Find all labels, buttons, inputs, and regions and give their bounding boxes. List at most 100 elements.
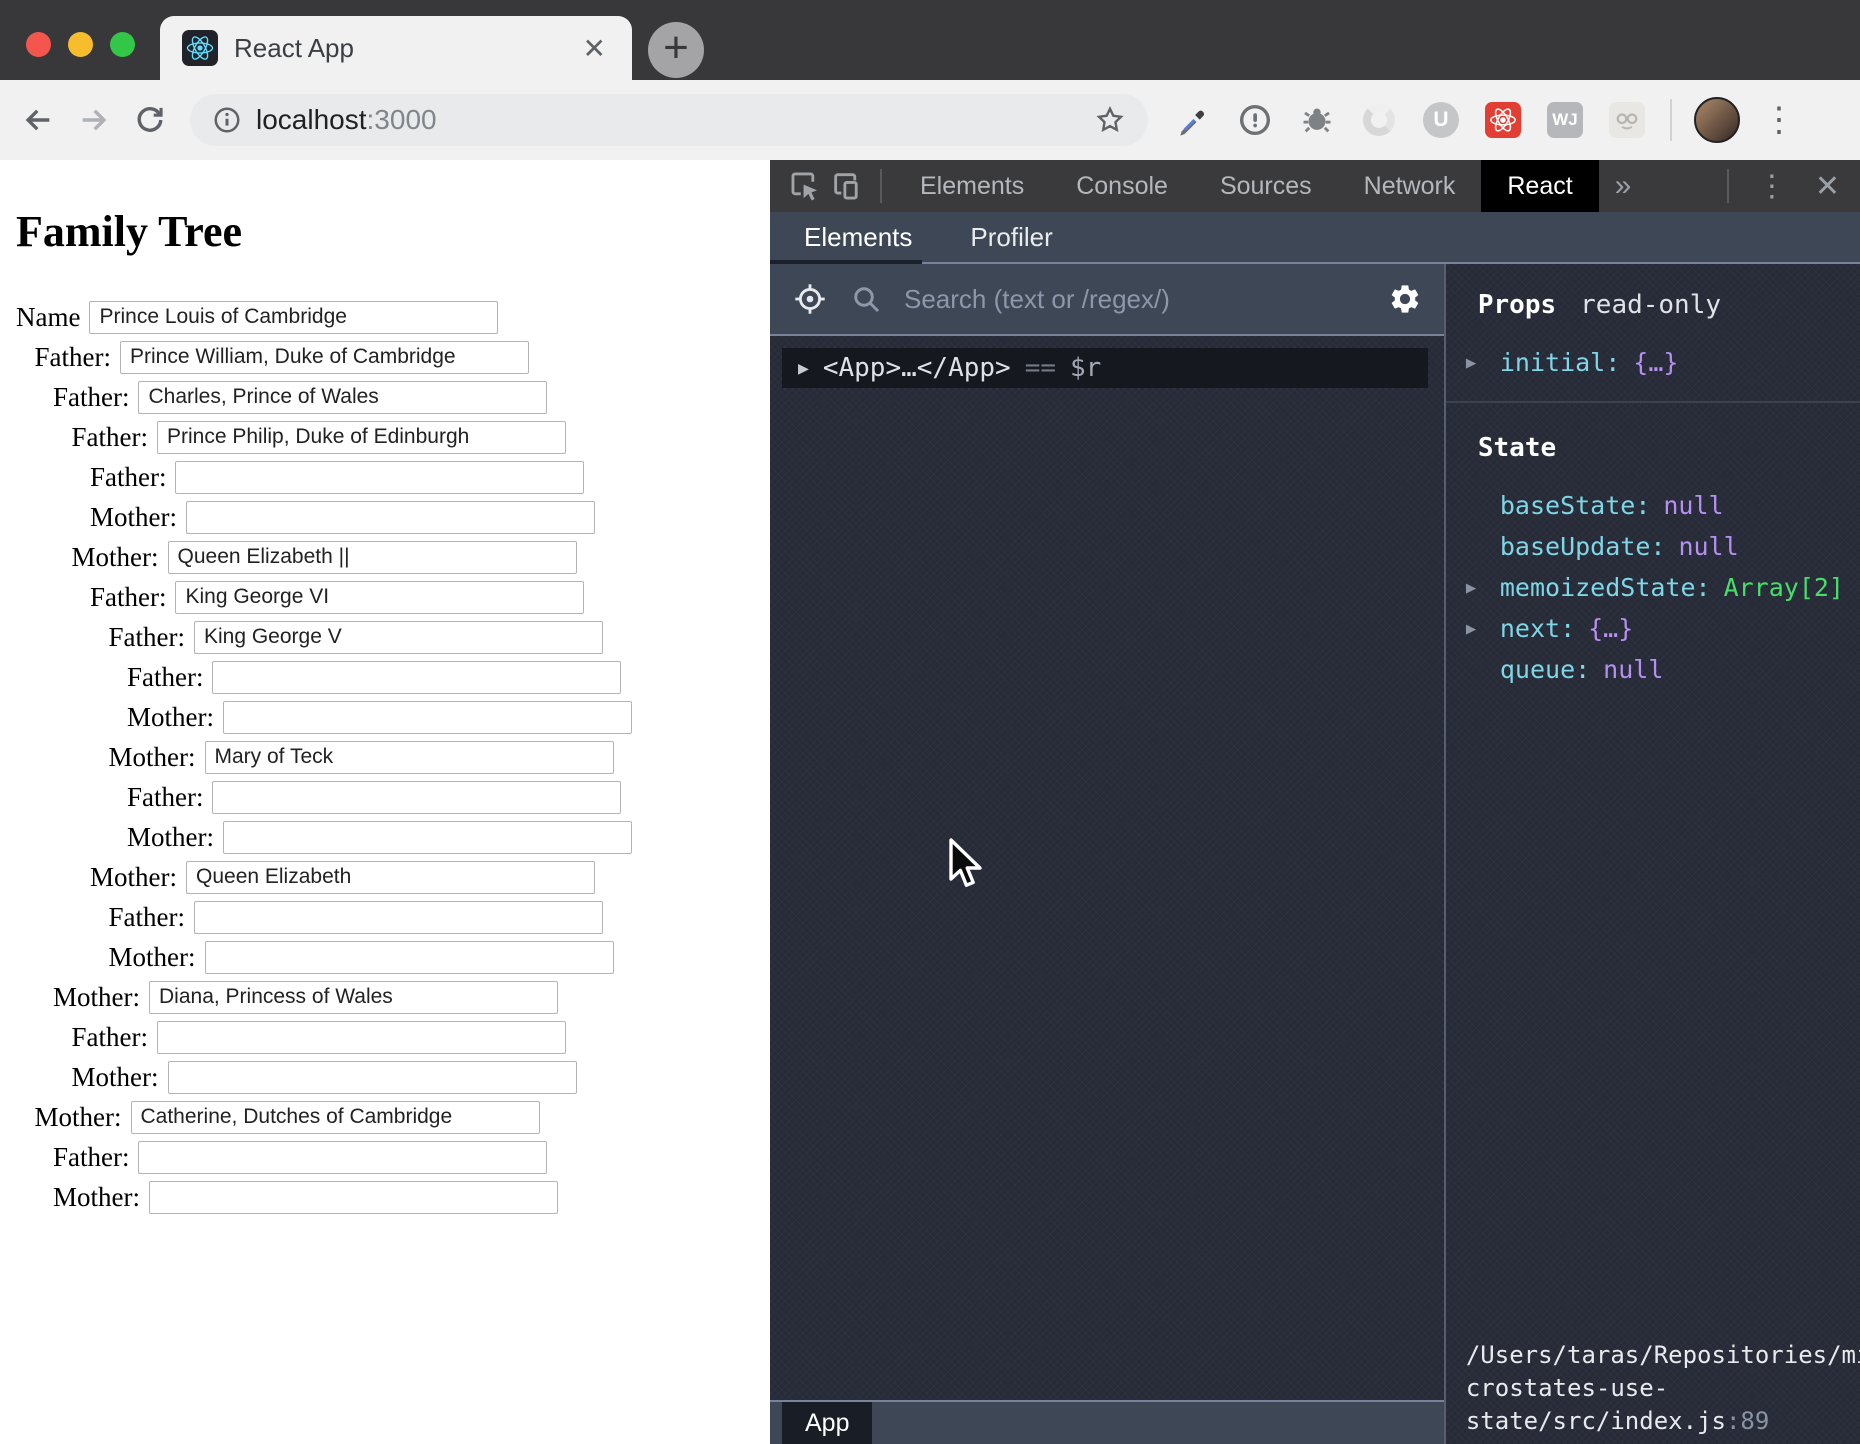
browser-tabstrip: React App ✕ + <box>0 0 1860 80</box>
breadcrumb-app[interactable]: App <box>782 1402 872 1444</box>
new-tab-button[interactable]: + <box>648 22 704 78</box>
inspect-element-icon[interactable] <box>784 165 826 207</box>
eyedropper-extension-icon[interactable] <box>1174 101 1212 139</box>
family-row: Father: <box>53 377 770 417</box>
source-line-number: :89 <box>1726 1407 1769 1435</box>
swirl-extension-icon[interactable] <box>1360 101 1398 139</box>
item-value: null <box>1678 532 1738 561</box>
family-row: Father: <box>127 777 770 817</box>
person-name-input[interactable] <box>175 461 584 494</box>
relation-label: Father: <box>127 782 203 813</box>
devtools-tab-sources[interactable]: Sources <box>1194 160 1338 212</box>
expand-arrow-icon[interactable]: ▶ <box>798 358 809 379</box>
search-input[interactable] <box>902 283 1388 316</box>
more-tabs-chevron-icon[interactable]: » <box>1599 160 1648 212</box>
close-window-button[interactable] <box>26 32 51 57</box>
zoom-window-button[interactable] <box>110 32 135 57</box>
devtools-tab-elements[interactable]: Elements <box>894 160 1050 212</box>
person-name-input[interactable] <box>205 741 614 774</box>
component-source-path[interactable]: /Users/taras/Repositories/microstates-us… <box>1466 1339 1860 1438</box>
person-name-input[interactable] <box>212 661 621 694</box>
props-readonly-badge: read-only <box>1580 290 1721 320</box>
expand-arrow-icon[interactable]: ▶ <box>1466 353 1500 373</box>
devtools-close-icon[interactable]: ✕ <box>1803 169 1844 204</box>
url-port: :3000 <box>367 104 437 136</box>
family-row: Mother: <box>127 817 770 857</box>
person-name-input[interactable] <box>138 1141 547 1174</box>
person-name-input[interactable] <box>186 501 595 534</box>
react-subtab-elements[interactable]: Elements <box>804 222 912 253</box>
family-row: Mother: <box>90 497 770 537</box>
person-name-input[interactable] <box>212 781 621 814</box>
family-row: Father: <box>109 617 771 657</box>
relation-label: Father: <box>127 662 203 693</box>
person-name-input[interactable] <box>168 541 577 574</box>
devtools-tab-console[interactable]: Console <box>1050 160 1194 212</box>
reload-button[interactable] <box>128 98 172 142</box>
inspector-item-next[interactable]: ▶next:{…} <box>1466 608 1844 649</box>
forward-button[interactable] <box>72 98 116 142</box>
ember-extension-icon[interactable] <box>1608 101 1646 139</box>
relation-label: Father: <box>53 1142 129 1173</box>
person-name-input[interactable] <box>89 301 498 334</box>
select-element-target-icon[interactable] <box>792 281 828 317</box>
item-value: {…} <box>1633 348 1678 377</box>
inspector-item-initial[interactable]: ▶initial: {…} <box>1466 342 1844 383</box>
tab-close-icon[interactable]: ✕ <box>579 32 610 65</box>
relation-label: Mother: <box>90 862 177 893</box>
person-name-input[interactable] <box>149 981 558 1014</box>
family-row: Father: <box>109 897 771 937</box>
devtools-tab-network[interactable]: Network <box>1338 160 1482 212</box>
person-name-input[interactable] <box>223 701 632 734</box>
devtools-menu-icon[interactable]: ⋮ <box>1741 169 1803 204</box>
equals-sign: == <box>1025 353 1056 383</box>
item-key: initial: <box>1500 348 1620 377</box>
family-row: Mother: <box>72 537 771 577</box>
react-subtab-profiler[interactable]: Profiler <box>970 222 1052 253</box>
minimize-window-button[interactable] <box>68 32 93 57</box>
password-manager-extension-icon[interactable] <box>1236 101 1274 139</box>
relation-label: Name <box>16 302 80 333</box>
person-name-input[interactable] <box>186 861 595 894</box>
browser-menu-icon[interactable]: ⋮ <box>1762 103 1796 137</box>
wj-extension-icon[interactable]: WJ <box>1546 101 1584 139</box>
profile-avatar[interactable] <box>1694 97 1740 143</box>
settings-gear-icon[interactable] <box>1388 282 1422 316</box>
person-name-input[interactable] <box>131 1101 540 1134</box>
search-icon <box>850 283 882 315</box>
bookmark-star-icon[interactable] <box>1094 104 1126 136</box>
react-devtools-extension-icon[interactable] <box>1484 101 1522 139</box>
expand-arrow-icon[interactable]: ▶ <box>1466 619 1500 639</box>
person-name-input[interactable] <box>168 1061 577 1094</box>
person-name-input[interactable] <box>157 1021 566 1054</box>
selected-component-row[interactable]: ▶ <App>…</App> == $r <box>782 348 1428 388</box>
props-title: Props <box>1478 290 1556 320</box>
react-devtools-subtabs: Elements Profiler <box>770 212 1860 264</box>
person-name-input[interactable] <box>120 341 529 374</box>
url-bar[interactable]: localhost:3000 <box>190 94 1148 146</box>
back-button[interactable] <box>16 98 60 142</box>
family-row: Father: <box>90 577 770 617</box>
person-name-input[interactable] <box>149 1181 558 1214</box>
device-toolbar-icon[interactable] <box>826 165 868 207</box>
debugger-extension-icon[interactable] <box>1298 101 1336 139</box>
person-name-input[interactable] <box>205 941 614 974</box>
person-name-input[interactable] <box>175 581 584 614</box>
person-name-input[interactable] <box>223 821 632 854</box>
react-search-bar <box>770 264 1444 336</box>
component-tree: ▶ <App>…</App> == $r <box>770 336 1444 1400</box>
page-info-icon[interactable] <box>212 105 242 135</box>
person-name-input[interactable] <box>138 381 547 414</box>
family-row: Mother: <box>53 1177 770 1217</box>
relation-label: Mother: <box>72 542 159 573</box>
react-favicon-icon <box>182 30 218 66</box>
browser-tab[interactable]: React App ✕ <box>160 16 632 80</box>
u-extension-icon[interactable]: U <box>1422 101 1460 139</box>
person-name-input[interactable] <box>194 621 603 654</box>
inspector-item-memoizedState[interactable]: ▶memoizedState:Array[2] <box>1466 567 1844 608</box>
relation-label: Mother: <box>90 502 177 533</box>
expand-arrow-icon[interactable]: ▶ <box>1466 578 1500 598</box>
person-name-input[interactable] <box>157 421 566 454</box>
person-name-input[interactable] <box>194 901 603 934</box>
devtools-tab-react[interactable]: React <box>1481 160 1598 212</box>
